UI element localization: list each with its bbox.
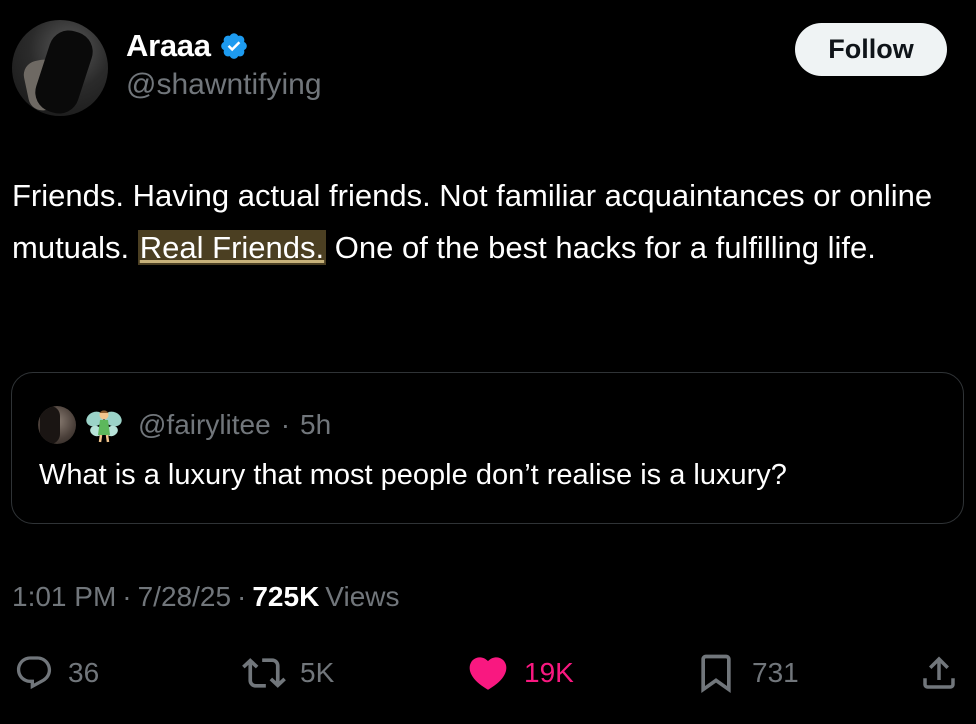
- reply-icon: [16, 656, 52, 690]
- share-icon: [923, 656, 955, 689]
- tweet-time[interactable]: 1:01 PM: [12, 581, 116, 613]
- like-button[interactable]: 19K: [466, 645, 574, 701]
- quoted-author-handle[interactable]: @fairylitee: [138, 409, 271, 441]
- tweet-text: Friends. Having actual friends. Not fami…: [12, 170, 967, 274]
- author-display-name[interactable]: Araaa: [126, 28, 211, 64]
- views-count: 725K: [252, 581, 320, 612]
- quoted-author-avatar: [38, 406, 76, 444]
- tweet-text-part-2: One of the best hacks for a fulfilling l…: [326, 230, 876, 265]
- tweet-meta: 1:01 PM · 7/28/25 · 725K Views: [12, 581, 399, 613]
- reply-button[interactable]: 36: [14, 645, 99, 701]
- like-count: 19K: [524, 657, 574, 688]
- repost-count: 5K: [300, 657, 335, 688]
- author-name-row: Araaa: [126, 28, 249, 64]
- follow-button[interactable]: Follow: [795, 23, 947, 76]
- quoted-tweet-age[interactable]: 5h: [300, 409, 331, 441]
- bookmark-count: 731: [752, 657, 799, 688]
- share-button[interactable]: [918, 645, 960, 701]
- quoted-avatar-photo-detail: [40, 406, 60, 444]
- fairy-emoji-icon: [86, 410, 122, 443]
- author-handle[interactable]: @shawntifying: [126, 68, 322, 102]
- verified-badge-icon: [220, 33, 247, 59]
- bookmark-icon: [701, 654, 731, 694]
- bookmark-button[interactable]: 731: [694, 645, 799, 701]
- quoted-meta-separator: ·: [280, 409, 291, 440]
- author-avatar[interactable]: [12, 20, 108, 116]
- meta-separator: ·: [237, 581, 247, 612]
- tweet-text-highlighted-phrase: Real Friends.: [137, 230, 327, 265]
- quoted-tweet-text: What is a luxury that most people don’t …: [39, 459, 787, 491]
- quoted-tweet-card[interactable]: @fairylitee · 5h What is a luxury that m…: [11, 372, 964, 524]
- heart-icon: [469, 657, 507, 690]
- reply-count: 36: [68, 657, 100, 688]
- repost-button[interactable]: 5K: [242, 645, 334, 701]
- action-bar: 36 5K 19K 731: [0, 645, 976, 701]
- views-label: Views: [325, 581, 400, 612]
- quoted-tweet-header: @fairylitee · 5h: [38, 405, 331, 445]
- tweet-date[interactable]: 7/28/25: [138, 581, 231, 613]
- avatar-photo-shadow: [30, 25, 98, 116]
- repost-icon: [242, 658, 286, 688]
- meta-separator: ·: [122, 581, 132, 612]
